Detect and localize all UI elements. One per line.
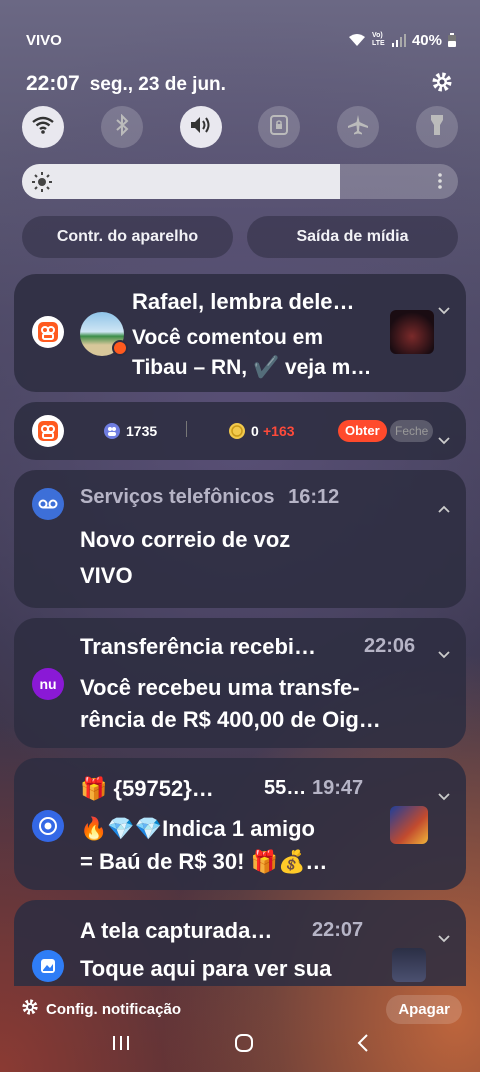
volte-icon: Vo) LTE xyxy=(371,32,385,47)
notification-text-line1: Você recebeu uma transfe- xyxy=(80,675,360,700)
notification-title: Rafael, lembra dele… xyxy=(132,289,355,314)
bluetooth-toggle[interactable] xyxy=(100,106,143,148)
kwai-app-icon xyxy=(32,316,64,348)
close-button[interactable]: Feche xyxy=(390,420,434,442)
device-control-button[interactable]: Contr. do aparelho xyxy=(22,216,233,258)
notification-time: 22:06 xyxy=(364,635,416,657)
rotation-lock-icon xyxy=(270,114,289,140)
chevron-down-icon[interactable] xyxy=(438,788,450,806)
datetime-row: 22:07 seg., 23 de jun. xyxy=(26,70,452,98)
quick-panel-buttons: Contr. do aparelho Saída de mídia xyxy=(22,216,458,258)
notification-kwai-comment[interactable]: Rafael, lembra dele… Você comentou em Ti… xyxy=(14,274,466,392)
notification-thumbnail xyxy=(392,948,426,982)
notification-thumbnail xyxy=(390,310,434,354)
quick-settings xyxy=(22,106,458,148)
notification-nubank[interactable]: nu Transferência recebi… 22:06 Você rece… xyxy=(14,618,466,748)
notification-footer: Config. notificação Apagar xyxy=(0,992,480,1026)
notification-title: Transferência recebi… xyxy=(80,634,317,659)
bluetooth-icon xyxy=(115,113,129,141)
clock: 22:07 xyxy=(26,72,80,95)
notification-title: 🎁 {59752}… xyxy=(80,776,214,801)
notification-text-line2: Tibau – RN, ✔️ veja m… xyxy=(132,356,372,379)
nubank-app-icon: nu xyxy=(32,668,64,700)
flashlight-icon xyxy=(430,114,444,141)
gallery-app-icon xyxy=(32,950,64,982)
notification-text-line2: = Baú de R$ 30! 🎁💰… xyxy=(80,849,328,874)
followers-icon xyxy=(104,422,120,445)
notification-settings-label: Config. notificação xyxy=(46,1000,181,1018)
chevron-down-icon[interactable] xyxy=(438,302,450,320)
app-name: Serviços telefônicos xyxy=(80,486,275,508)
chevron-down-icon[interactable] xyxy=(438,646,450,664)
chevron-down-icon[interactable] xyxy=(438,432,450,450)
settings-gear-icon[interactable] xyxy=(432,72,452,97)
notification-title: A tela capturada… xyxy=(80,918,273,943)
chevron-up-icon[interactable] xyxy=(438,500,450,518)
carrier-label: VIVO xyxy=(26,31,62,49)
clear-all-button[interactable]: Apagar xyxy=(386,994,462,1024)
notification-settings-button[interactable]: Config. notificação xyxy=(22,999,181,1019)
gear-icon xyxy=(22,999,38,1019)
airplane-icon xyxy=(347,114,369,141)
followers-count: 1735 xyxy=(126,423,158,439)
battery-icon xyxy=(448,33,456,47)
rotation-lock-toggle[interactable] xyxy=(258,106,301,148)
coins-bonus: +163 xyxy=(263,423,295,439)
get-button[interactable]: Obter xyxy=(338,420,387,442)
notification-text-line1: Novo correio de voz xyxy=(80,527,291,552)
notification-time: 19:47 xyxy=(312,777,364,799)
notification-text-line1: Toque aqui para ver sua xyxy=(80,956,332,981)
divider xyxy=(186,421,187,437)
notification-header: Serviços telefônicos 16:12 xyxy=(80,486,339,509)
wifi-icon xyxy=(31,115,55,140)
status-bar: VIVO Vo) LTE 40% xyxy=(26,30,456,50)
home-icon[interactable] xyxy=(234,1033,254,1058)
notification-chrome[interactable]: 🎁 {59752}… 55… 19:47 🔥💎💎Indica 1 amigo =… xyxy=(14,758,466,890)
brightness-fill xyxy=(22,164,341,199)
chrome-app-icon xyxy=(32,810,64,842)
voicemail-app-icon xyxy=(32,488,64,520)
date: seg., 23 de jun. xyxy=(89,74,226,95)
notification-subtitle: 55… xyxy=(264,777,307,799)
notification-kwai-bar[interactable]: 1735 0 +163 Obter Feche xyxy=(14,402,466,460)
navigation-bar xyxy=(0,1030,480,1060)
notification-voicemail[interactable]: Serviços telefônicos 16:12 Novo correio … xyxy=(14,470,466,608)
notification-text-line2: VIVO xyxy=(80,563,133,588)
notification-text-line1: 🔥💎💎Indica 1 amigo xyxy=(80,816,315,841)
notification-text-line1: Você comentou em xyxy=(132,326,323,349)
wifi-status-icon xyxy=(348,33,366,47)
sun-icon xyxy=(32,172,52,197)
coin-icon xyxy=(228,422,246,445)
battery-percent: 40% xyxy=(411,31,442,49)
kwai-app-icon xyxy=(32,415,64,447)
notification-time: 22:07 xyxy=(312,919,364,941)
media-output-button[interactable]: Saída de mídia xyxy=(247,216,458,258)
notification-screenshot[interactable]: A tela capturada… 22:07 Toque aqui para … xyxy=(14,900,466,986)
sound-toggle[interactable] xyxy=(179,106,222,148)
recent-apps-icon[interactable] xyxy=(111,1034,131,1057)
more-options-icon[interactable] xyxy=(438,172,442,195)
flashlight-toggle[interactable] xyxy=(415,106,458,148)
notification-thumbnail xyxy=(390,806,428,844)
chevron-down-icon[interactable] xyxy=(438,930,450,948)
brightness-slider[interactable] xyxy=(22,164,458,199)
wifi-toggle[interactable] xyxy=(22,106,64,148)
notification-time: 16:12 xyxy=(288,486,340,508)
airplane-toggle[interactable] xyxy=(337,106,380,148)
avatar-badge-icon xyxy=(112,340,128,356)
notification-text-line2: rência de R$ 400,00 de Oig… xyxy=(80,707,381,732)
back-icon[interactable] xyxy=(357,1033,369,1058)
coins-count: 0 xyxy=(251,423,259,439)
signal-icon xyxy=(391,33,406,47)
sound-icon xyxy=(189,115,213,140)
